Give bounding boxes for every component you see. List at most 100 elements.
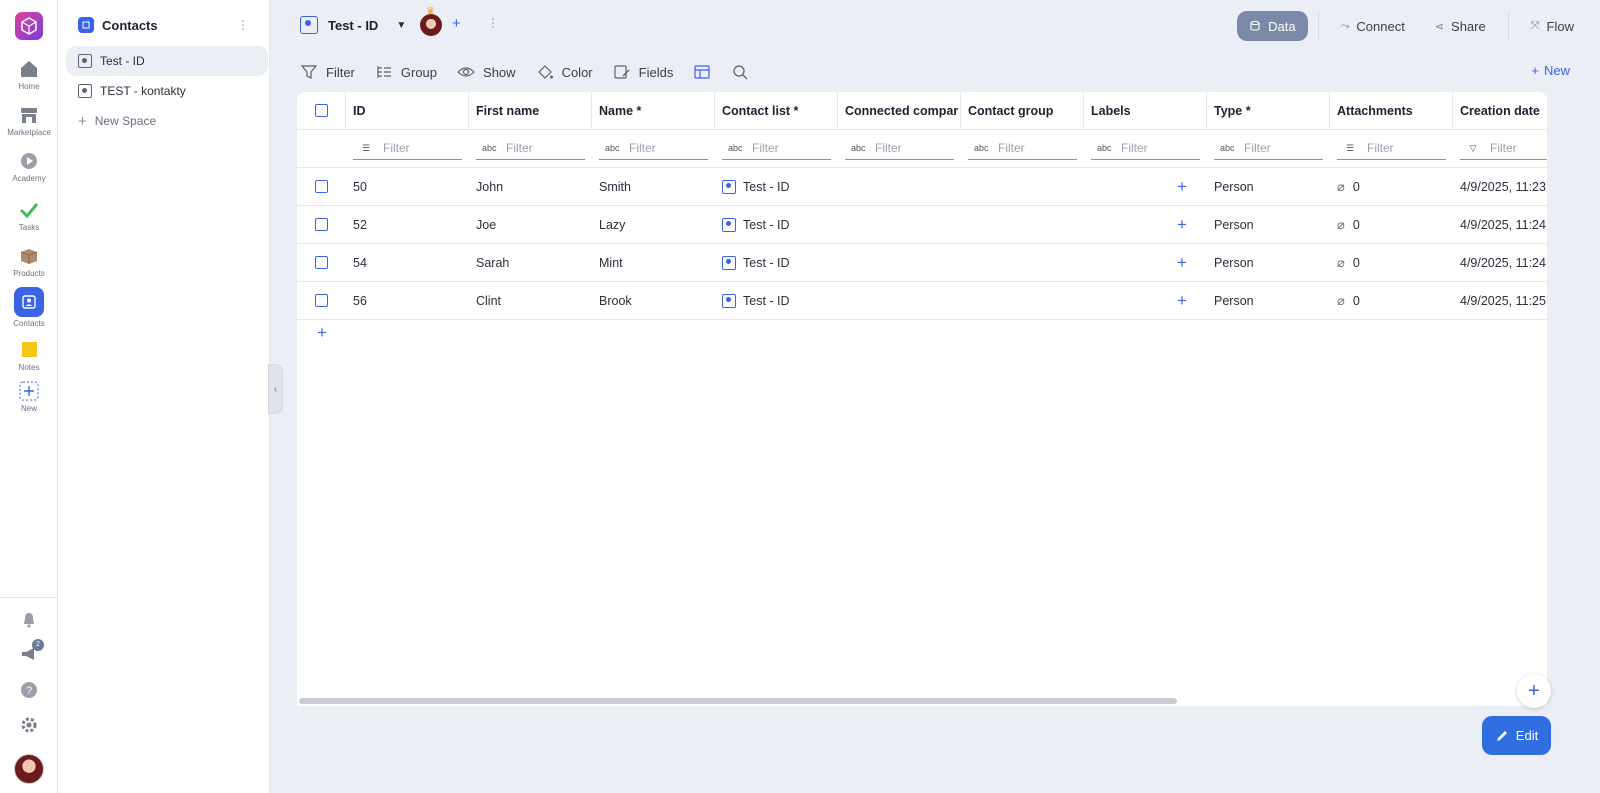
space-item-test-id[interactable]: Test - ID (66, 46, 268, 76)
cell-attachments[interactable]: ⌀ 0 (1330, 282, 1453, 319)
column-header-type[interactable]: Type * (1207, 92, 1330, 129)
add-label-icon[interactable]: + (1177, 177, 1187, 197)
add-label-icon[interactable]: + (1177, 253, 1187, 273)
color-button[interactable]: Color (536, 63, 593, 81)
layout-button[interactable] (693, 63, 711, 81)
cell-labels[interactable]: + (1084, 206, 1207, 243)
cell-id[interactable]: 50 (346, 168, 469, 205)
app-logo-icon[interactable] (15, 12, 43, 40)
settings-button[interactable] (0, 716, 58, 739)
filter-input-creation-date[interactable]: ▽ Filter (1460, 138, 1547, 160)
cell-name[interactable]: Mint (592, 244, 715, 281)
filter-input-attachments[interactable]: ☰ Filter (1337, 138, 1446, 160)
fields-button[interactable]: Fields (613, 63, 673, 81)
rail-item-notes[interactable]: Notes (0, 339, 58, 372)
user-avatar-button[interactable] (0, 754, 58, 784)
quick-add-button[interactable]: + (1517, 674, 1551, 708)
filter-button[interactable]: Filter (300, 63, 355, 81)
notifications-button[interactable] (0, 611, 58, 634)
add-label-icon[interactable]: + (1177, 215, 1187, 235)
cell-labels[interactable]: + (1084, 168, 1207, 205)
space-menu-icon[interactable]: ⋮ (487, 16, 499, 30)
column-header-first-name[interactable]: First name (469, 92, 592, 129)
cell-contact-list[interactable]: Test - ID (715, 282, 838, 319)
share-button[interactable]: ⋖ Share (1423, 11, 1498, 41)
column-header-contact-list[interactable]: Contact list * (715, 92, 838, 129)
owner-avatar[interactable] (420, 14, 442, 36)
cell-first-name[interactable]: Joe (469, 206, 592, 243)
cell-name[interactable]: Brook (592, 282, 715, 319)
row-checkbox[interactable] (315, 218, 328, 231)
group-button[interactable]: Group (375, 63, 437, 81)
search-button[interactable] (731, 63, 749, 81)
table-row[interactable]: 54 Sarah Mint Test - ID + Person ⌀ 0 4/9/… (297, 244, 1547, 282)
filter-input-type[interactable]: abc Filter (1214, 138, 1323, 160)
cell-id[interactable]: 56 (346, 282, 469, 319)
cell-attachments[interactable]: ⌀ 0 (1330, 244, 1453, 281)
cell-name[interactable]: Smith (592, 168, 715, 205)
cell-attachments[interactable]: ⌀ 0 (1330, 168, 1453, 205)
connect-button[interactable]: ⤳ Connect (1329, 11, 1417, 41)
flow-button[interactable]: ⤧ Flow (1519, 11, 1586, 41)
cell-type[interactable]: Person (1207, 168, 1330, 205)
filter-input-contact-group[interactable]: abc Filter (968, 138, 1077, 160)
filter-input-labels[interactable]: abc Filter (1091, 138, 1200, 160)
space-title-dropdown[interactable]: Test - ID ▼ (300, 16, 406, 34)
table-row[interactable]: 50 John Smith Test - ID + Person ⌀ 0 4/9/… (297, 168, 1547, 206)
cell-type[interactable]: Person (1207, 206, 1330, 243)
row-checkbox[interactable] (315, 180, 328, 193)
edit-button[interactable]: Edit (1482, 716, 1551, 755)
collapse-panel-handle[interactable]: ‹ (268, 364, 283, 414)
cell-contact-list[interactable]: Test - ID (715, 168, 838, 205)
table-row[interactable]: 56 Clint Brook Test - ID + Person ⌀ 0 4/9… (297, 282, 1547, 320)
filter-input-first-name[interactable]: abc Filter (476, 138, 585, 160)
announcements-button[interactable]: 2 (0, 639, 58, 668)
space-item-test-kontakty[interactable]: TEST - kontakty (66, 76, 268, 106)
cell-contact-list[interactable]: Test - ID (715, 244, 838, 281)
column-header-creation-date[interactable]: Creation date (1453, 92, 1547, 129)
data-button[interactable]: Data (1237, 11, 1308, 41)
show-button[interactable]: Show (457, 63, 516, 81)
cell-id[interactable]: 52 (346, 206, 469, 243)
rail-item-products[interactable]: Products (0, 245, 58, 278)
column-header-attachments[interactable]: Attachments (1330, 92, 1453, 129)
row-checkbox[interactable] (315, 294, 328, 307)
cell-creation-date[interactable]: 4/9/2025, 11:24 A (1453, 206, 1547, 243)
cell-first-name[interactable]: Sarah (469, 244, 592, 281)
filter-input-name[interactable]: abc Filter (599, 138, 708, 160)
cell-type[interactable]: Person (1207, 282, 1330, 319)
rail-item-academy[interactable]: Academy (0, 150, 58, 183)
column-header-labels[interactable]: Labels (1084, 92, 1207, 129)
filter-input-connected-company[interactable]: abc Filter (845, 138, 954, 160)
cell-creation-date[interactable]: 4/9/2025, 11:24 A (1453, 244, 1547, 281)
filter-input-id[interactable]: ☰ Filter (353, 138, 462, 160)
rail-item-marketplace[interactable]: Marketplace (0, 104, 58, 137)
rail-item-new[interactable]: New (0, 380, 58, 413)
cell-first-name[interactable]: John (469, 168, 592, 205)
add-label-icon[interactable]: + (1177, 291, 1187, 311)
cell-contact-list[interactable]: Test - ID (715, 206, 838, 243)
help-button[interactable]: ? (0, 681, 58, 704)
cell-creation-date[interactable]: 4/9/2025, 11:25 A (1453, 282, 1547, 319)
cell-type[interactable]: Person (1207, 244, 1330, 281)
column-header-name[interactable]: Name * (592, 92, 715, 129)
cell-labels[interactable]: + (1084, 244, 1207, 281)
add-member-icon[interactable]: + (452, 15, 461, 32)
horizontal-scrollbar[interactable] (299, 698, 1177, 704)
rail-item-home[interactable]: Home (0, 58, 58, 91)
new-record-button[interactable]: + New (1531, 63, 1570, 78)
add-row-button[interactable]: + (317, 323, 327, 343)
cell-attachments[interactable]: ⌀ 0 (1330, 206, 1453, 243)
select-all-checkbox[interactable] (315, 104, 328, 117)
filter-input-contact-list[interactable]: abc Filter (722, 138, 831, 160)
rail-item-contacts[interactable]: Contacts (0, 287, 58, 328)
new-space-button[interactable]: + New Space (66, 106, 268, 136)
column-header-contact-group[interactable]: Contact group (961, 92, 1084, 129)
cell-creation-date[interactable]: 4/9/2025, 11:23 A (1453, 168, 1547, 205)
spaces-menu-icon[interactable]: ⋮ (237, 18, 249, 32)
cell-name[interactable]: Lazy (592, 206, 715, 243)
table-row[interactable]: 52 Joe Lazy Test - ID + Person ⌀ 0 4/9/20… (297, 206, 1547, 244)
column-header-connected-company[interactable]: Connected compar (838, 92, 961, 129)
column-header-id[interactable]: ID (346, 92, 469, 129)
cell-first-name[interactable]: Clint (469, 282, 592, 319)
